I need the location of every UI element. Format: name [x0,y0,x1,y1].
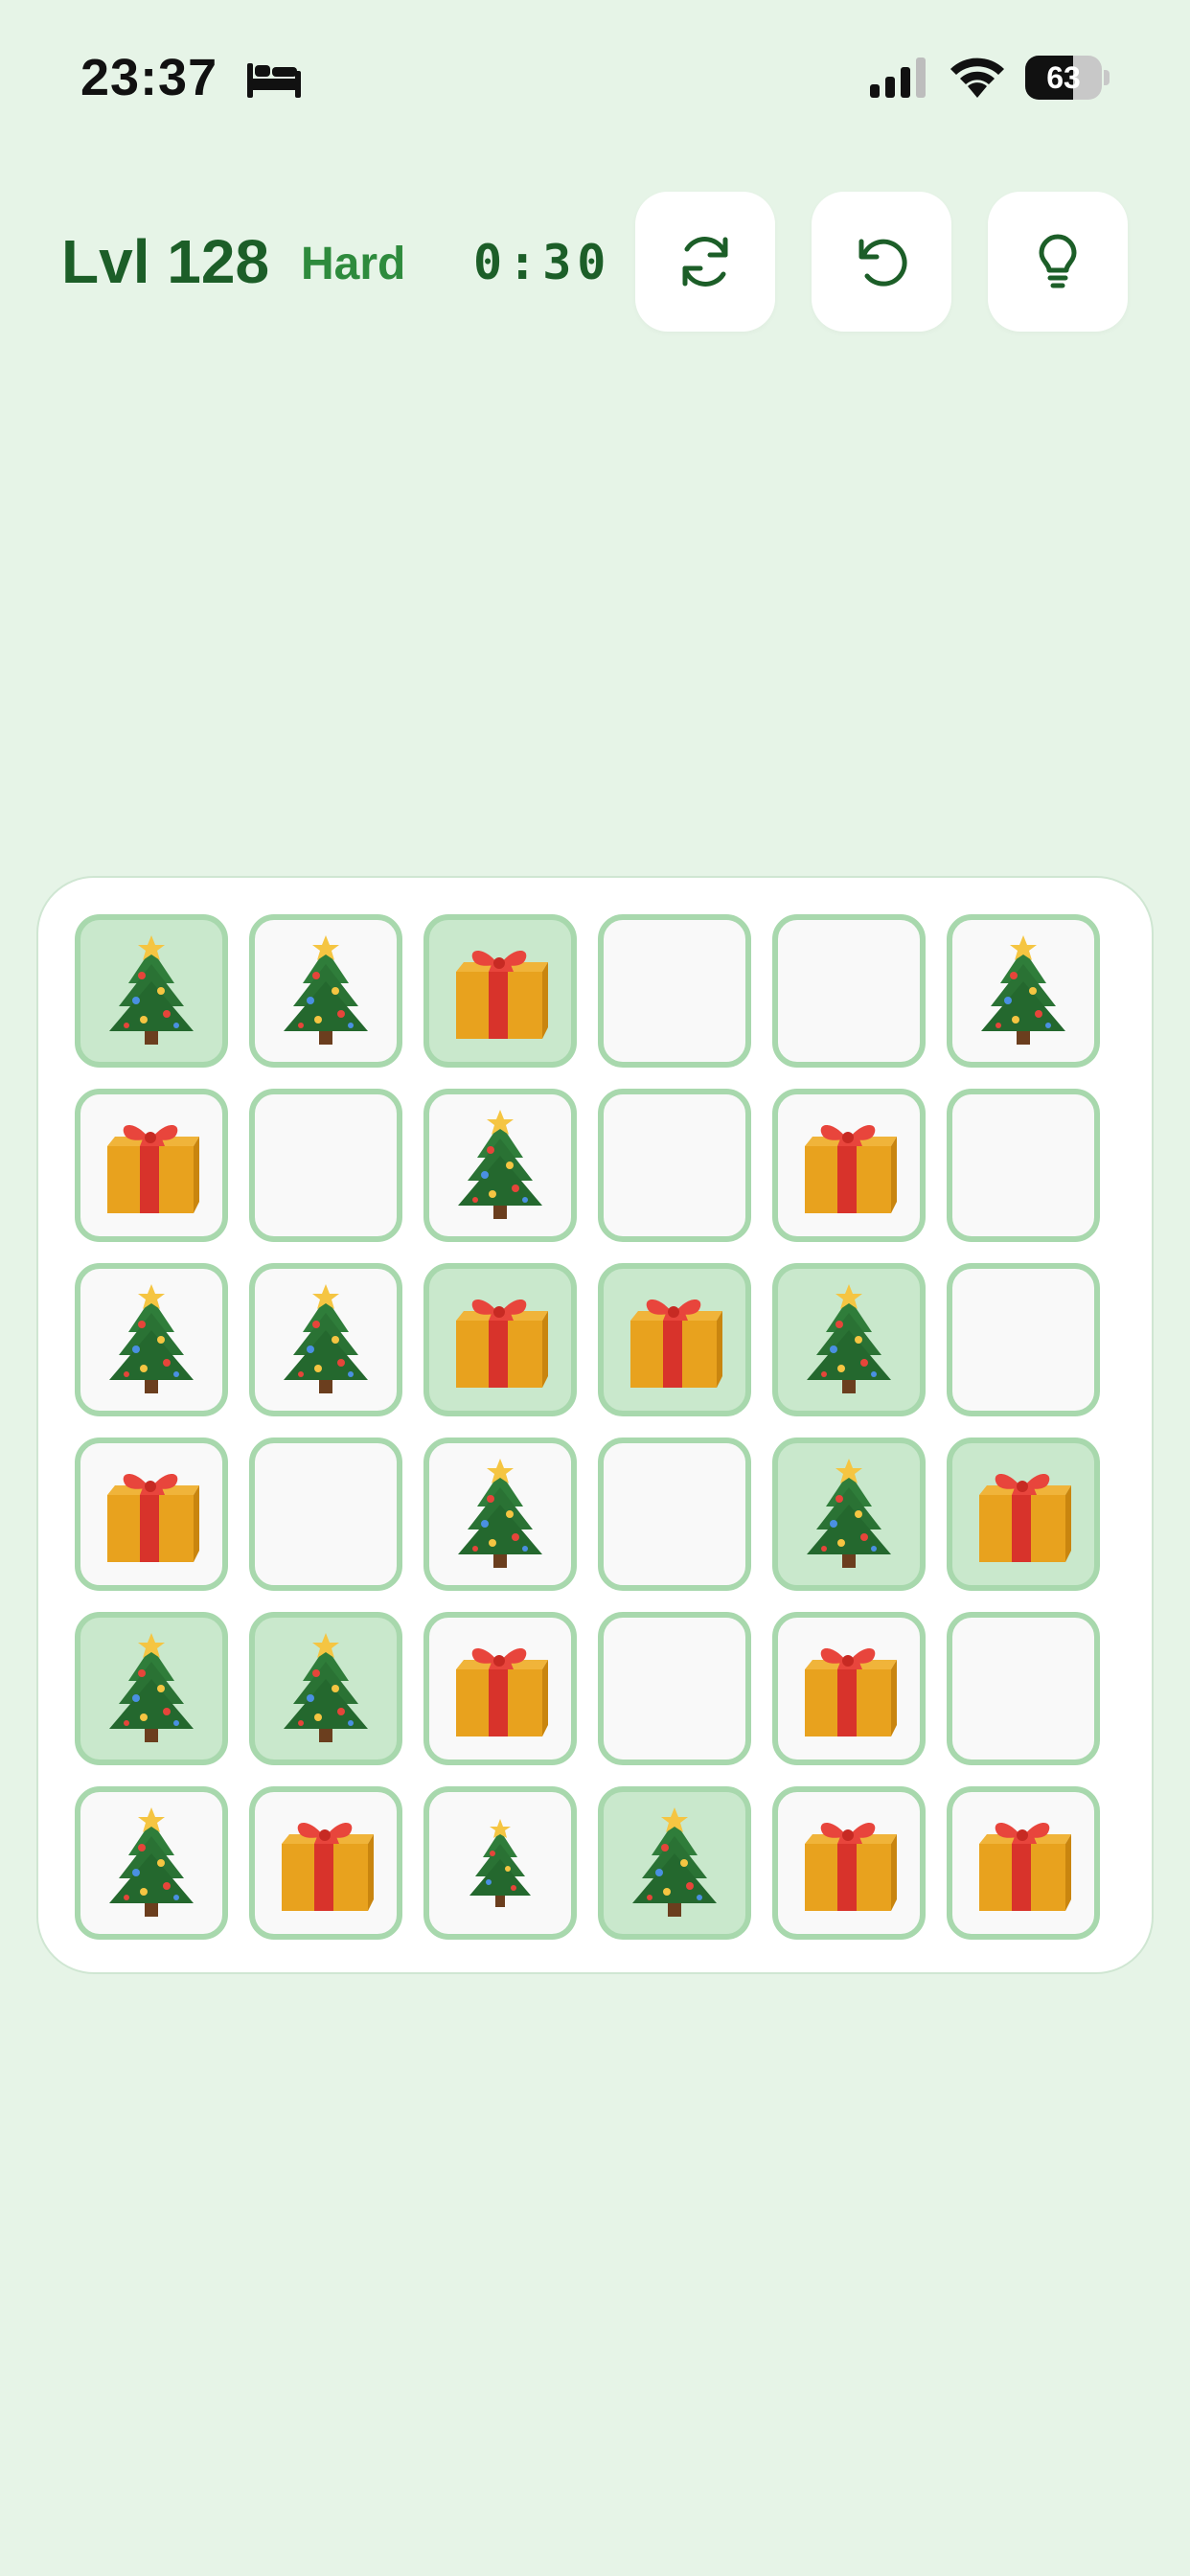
difficulty-label: Hard [301,239,406,289]
grid-cell-r5-c1[interactable] [75,1612,228,1765]
grid-cell-r4-c5[interactable] [772,1438,926,1591]
grid-cell-r2-c5[interactable] [772,1089,926,1242]
status-time: 23:37 [80,49,218,106]
board-grid [75,914,1100,1940]
christmas-tree-icon [429,1094,571,1236]
grid-cell-r1-c4[interactable] [598,914,751,1068]
bed-icon [247,63,301,98]
christmas-tree-icon [778,1269,920,1411]
battery-icon: 63 [1025,56,1110,100]
gift-icon [429,1269,571,1411]
hint-button[interactable] [988,192,1128,332]
grid-cell-r3-c1[interactable] [75,1263,228,1416]
grid-cell-r1-c2[interactable] [249,914,402,1068]
christmas-tree-icon [952,920,1094,1062]
grid-cell-r4-c6[interactable] [947,1438,1100,1591]
refresh-icon [682,237,728,287]
grid-cell-r2-c4[interactable] [598,1089,751,1242]
grid-cell-r4-c1[interactable] [75,1438,228,1591]
gift-icon [80,1094,222,1236]
status-bar: 23:37 63 [0,0,1190,163]
gift-icon [255,1792,397,1934]
christmas-tree-icon [80,1618,222,1760]
gift-icon [778,1094,920,1236]
grid-cell-r4-c4[interactable] [598,1438,751,1591]
grid-cell-r2-c6[interactable] [947,1089,1100,1242]
level-label: Lvl 128 [61,227,270,296]
grid-cell-r1-c5[interactable] [772,914,926,1068]
grid-cell-r5-c6[interactable] [947,1612,1100,1765]
gift-icon [604,1269,745,1411]
game-board [36,876,1154,1974]
grid-cell-r5-c2[interactable] [249,1612,402,1765]
grid-cell-r4-c3[interactable] [423,1438,577,1591]
grid-cell-r1-c3[interactable] [423,914,577,1068]
gift-icon [778,1792,920,1934]
undo-button[interactable] [812,192,951,332]
grid-cell-r1-c1[interactable] [75,914,228,1068]
christmas-tree-icon [429,1792,571,1934]
gift-icon [429,1618,571,1760]
battery-level: 63 [1046,60,1081,95]
grid-cell-r6-c2[interactable] [249,1786,402,1940]
gift-icon [80,1443,222,1585]
grid-cell-r3-c2[interactable] [249,1263,402,1416]
grid-cell-r5-c5[interactable] [772,1612,926,1765]
christmas-tree-icon [255,1269,397,1411]
grid-cell-r6-c4[interactable] [598,1786,751,1940]
christmas-tree-icon [80,1792,222,1934]
grid-cell-r6-c3[interactable] [423,1786,577,1940]
gift-icon [952,1792,1094,1934]
christmas-tree-icon [429,1443,571,1585]
grid-cell-r4-c2[interactable] [249,1438,402,1591]
grid-cell-r3-c6[interactable] [947,1263,1100,1416]
undo-icon [858,239,907,287]
grid-cell-r3-c3[interactable] [423,1263,577,1416]
grid-cell-r3-c4[interactable] [598,1263,751,1416]
christmas-tree-icon [80,920,222,1062]
grid-cell-r5-c4[interactable] [598,1612,751,1765]
gift-icon [952,1443,1094,1585]
christmas-tree-icon [255,920,397,1062]
grid-cell-r6-c6[interactable] [947,1786,1100,1940]
grid-cell-r2-c1[interactable] [75,1089,228,1242]
grid-cell-r2-c3[interactable] [423,1089,577,1242]
grid-cell-r6-c1[interactable] [75,1786,228,1940]
grid-cell-r6-c5[interactable] [772,1786,926,1940]
christmas-tree-icon [778,1443,920,1585]
signal-icon [870,58,926,98]
grid-cell-r1-c6[interactable] [947,914,1100,1068]
timer: 0:30 [473,235,612,290]
grid-cell-r5-c3[interactable] [423,1612,577,1765]
lightbulb-icon [1039,234,1077,288]
grid-cell-r3-c5[interactable] [772,1263,926,1416]
grid-cell-r2-c2[interactable] [249,1089,402,1242]
gift-icon [778,1618,920,1760]
christmas-tree-icon [80,1269,222,1411]
christmas-tree-icon [255,1618,397,1760]
christmas-tree-icon [604,1792,745,1934]
restart-button[interactable] [635,192,775,332]
wifi-icon [950,58,1004,98]
gift-icon [429,920,571,1062]
